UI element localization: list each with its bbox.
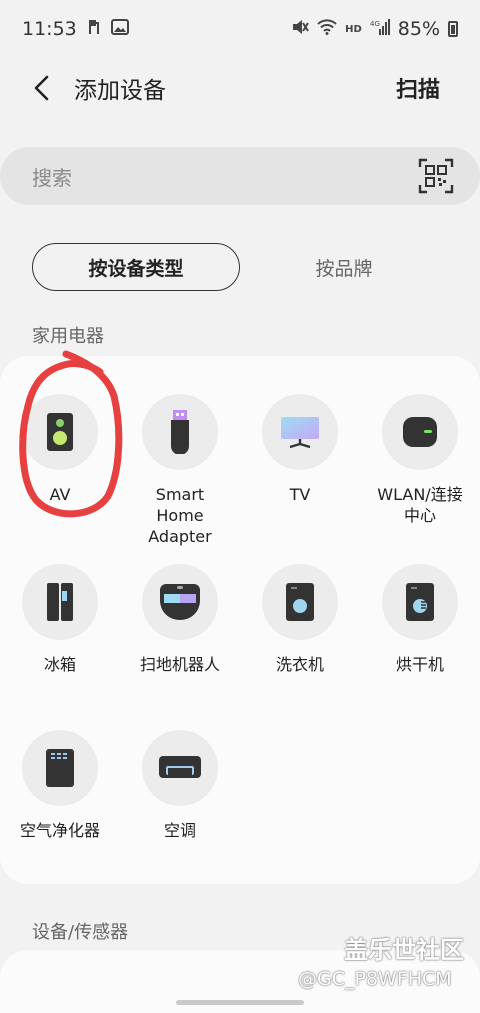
tile-label: 烘干机 — [395, 655, 444, 674]
tile-icon-circle — [142, 394, 218, 470]
tile-icon-circle — [22, 394, 98, 470]
dryer-icon — [406, 583, 434, 621]
device-tile-wlan-hub[interactable]: WLAN/连接 中心 — [360, 394, 480, 526]
tile-icon-circle — [382, 564, 458, 640]
battery-icon — [448, 21, 458, 37]
wifi-icon — [317, 19, 337, 39]
tile-label: 洗衣机 — [275, 655, 324, 674]
robot-vacuum-icon — [160, 584, 200, 620]
device-tile-dryer[interactable]: 烘干机 — [360, 564, 480, 675]
section-title-sensors: 设备/传感器 — [32, 922, 129, 943]
status-left: 11:53 — [22, 18, 129, 40]
speaker-icon — [47, 413, 73, 451]
device-tile-robot-vacuum[interactable]: 扫地机器人 — [120, 564, 240, 675]
tile-label: 冰箱 — [43, 655, 76, 674]
search-input[interactable]: 搜索 — [32, 162, 418, 191]
device-tile-air-conditioner[interactable]: 空调 — [120, 730, 240, 841]
tile-icon-circle — [22, 564, 98, 640]
tile-label: WLAN/连接 中心 — [377, 485, 463, 525]
hearing-icon — [85, 18, 103, 40]
tile-label: 空调 — [163, 821, 196, 840]
by-type-tab[interactable]: 按设备类型 — [32, 243, 240, 291]
appliance-card: AV Smart Home Adapter TV WLAN/连接 中心 冰箱 扫… — [0, 356, 480, 884]
signal-4g-icon: 4G — [370, 19, 390, 39]
washer-icon — [286, 583, 314, 621]
device-tile-tv[interactable]: TV — [240, 394, 360, 505]
device-tile-av[interactable]: AV — [0, 394, 120, 505]
tile-icon-circle — [262, 564, 338, 640]
watermark-user: @GC_P8WFHCM — [298, 968, 452, 990]
scan-button[interactable]: 扫描 — [396, 72, 440, 104]
air-conditioner-icon — [159, 756, 201, 778]
battery-percentage: 85% — [397, 18, 440, 40]
header: 添加设备 扫描 — [0, 58, 480, 118]
status-time: 11:53 — [22, 18, 77, 40]
watermark-site: 盖乐世社区 — [344, 936, 464, 964]
device-tile-air-purifier[interactable]: 空气净化器 — [0, 730, 120, 841]
air-purifier-icon — [46, 749, 74, 787]
by-brand-tab[interactable]: 按品牌 — [240, 243, 448, 291]
status-bar: 11:53 HD 4G 85% — [0, 0, 480, 58]
tile-icon-circle — [382, 394, 458, 470]
image-icon — [110, 19, 129, 39]
status-right: HD 4G 85% — [291, 18, 458, 40]
tv-icon — [281, 417, 319, 449]
mute-icon — [291, 18, 309, 40]
page-title: 添加设备 — [74, 78, 166, 104]
tile-icon-circle — [142, 564, 218, 640]
fridge-icon — [47, 583, 73, 621]
tile-label: 扫地机器人 — [139, 655, 220, 674]
search-bar[interactable]: 搜索 — [0, 147, 480, 205]
hub-icon — [403, 417, 437, 447]
qr-code-icon[interactable] — [418, 158, 454, 194]
hd-icon: HD — [345, 23, 362, 35]
device-tile-smart-home-adapter[interactable]: Smart Home Adapter — [120, 394, 240, 547]
back-button[interactable] — [22, 68, 62, 108]
tile-label: AV — [49, 485, 71, 504]
tile-icon-circle — [22, 730, 98, 806]
home-indicator[interactable] — [176, 1000, 304, 1005]
svg-text:4G: 4G — [370, 20, 380, 28]
chevron-left-icon — [34, 75, 49, 101]
tile-icon-circle — [142, 730, 218, 806]
section-title-appliances: 家用电器 — [32, 326, 104, 347]
tile-label: Smart Home Adapter — [148, 485, 212, 546]
tile-icon-circle — [262, 394, 338, 470]
device-tile-washer[interactable]: 洗衣机 — [240, 564, 360, 675]
tile-label: TV — [289, 485, 311, 504]
device-tile-fridge[interactable]: 冰箱 — [0, 564, 120, 675]
usb-adapter-icon — [171, 410, 189, 454]
tile-label: 空气净化器 — [19, 821, 100, 840]
